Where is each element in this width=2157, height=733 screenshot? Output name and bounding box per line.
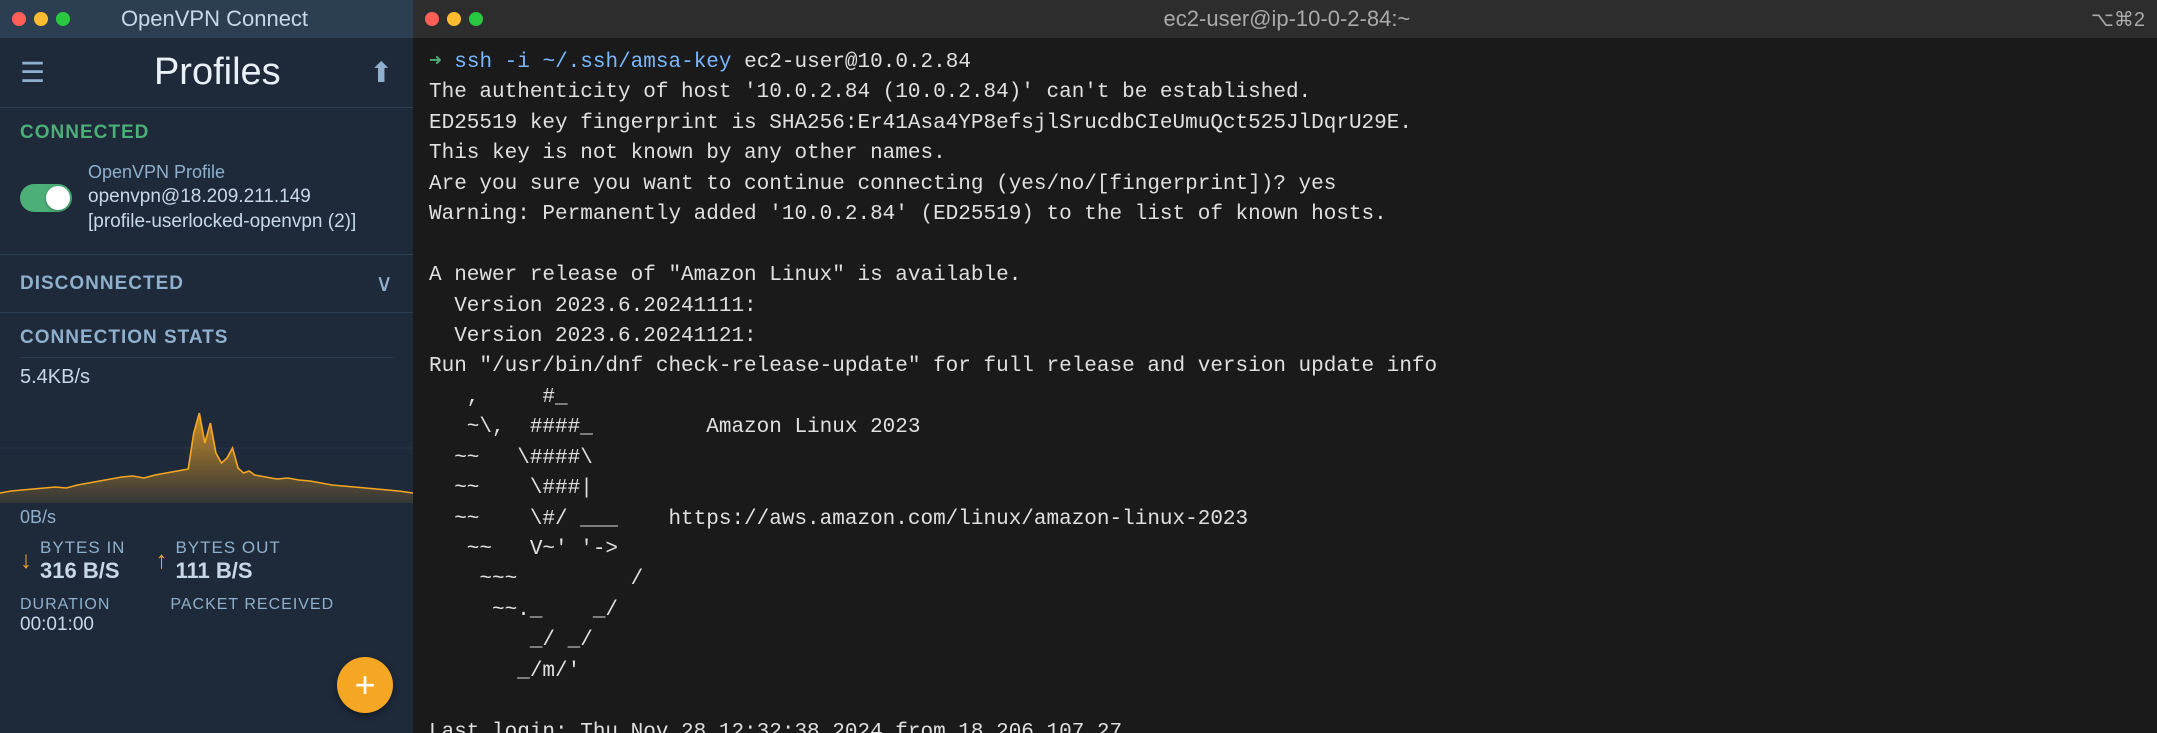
bytes-in-label: BYTES IN: [40, 538, 125, 558]
stats-divider: [20, 357, 393, 358]
bytes-out-item: ↑ BYTES OUT 111 B/S: [155, 538, 280, 584]
profile-info: OpenVPN Profile openvpn@18.209.211.149[p…: [88, 162, 356, 234]
meta-row: DURATION 00:01:00 PACKET RECEIVED: [0, 594, 413, 644]
add-profile-button[interactable]: +: [337, 657, 393, 713]
divider-2: [0, 312, 413, 313]
bytes-row: ↓ BYTES IN 316 B/S ↑ BYTES OUT 111 B/S: [0, 528, 413, 594]
vpn-header: ☰ Profiles ⬆: [0, 38, 413, 108]
packet-item: PACKET RECEIVED: [170, 596, 334, 636]
bytes-in-item: ↓ BYTES IN 316 B/S: [20, 538, 125, 584]
terminal-shortcut: ⌥⌘2: [2091, 7, 2145, 32]
window-title: OpenVPN Connect: [28, 6, 401, 32]
current-speed: 5.4KB/s: [20, 366, 393, 389]
disconnected-row[interactable]: DISCONNECTED ∨: [0, 259, 413, 308]
page-title: Profiles: [65, 51, 369, 94]
toggle-knob: [46, 186, 70, 210]
plus-icon: +: [354, 667, 375, 703]
arrow-up-icon: ↑: [155, 547, 167, 575]
stats-label: CONNECTION STATS: [20, 327, 393, 349]
duration-item: DURATION 00:01:00: [20, 596, 110, 636]
terminal-title: ec2-user@ip-10-0-2-84:~: [491, 6, 2083, 32]
terminal-panel: ec2-user@ip-10-0-2-84:~ ⌥⌘2 ➜ ssh -i ~/.…: [413, 0, 2157, 733]
profile-type: OpenVPN Profile: [88, 162, 356, 183]
import-icon[interactable]: ⬆: [370, 56, 393, 89]
close-button[interactable]: [12, 12, 26, 26]
duration-value: 00:01:00: [20, 614, 110, 636]
packet-label: PACKET RECEIVED: [170, 596, 334, 614]
terminal-fullscreen-button[interactable]: [469, 12, 483, 26]
terminal-body[interactable]: ➜ ssh -i ~/.ssh/amsa-key ec2-user@10.0.2…: [413, 38, 2157, 733]
window-chrome: OpenVPN Connect: [0, 0, 413, 38]
connected-label: CONNECTED: [0, 108, 413, 152]
chevron-down-icon: ∨: [375, 269, 393, 298]
terminal-chrome: ec2-user@ip-10-0-2-84:~ ⌥⌘2: [413, 0, 2157, 38]
vpn-toggle[interactable]: [20, 184, 72, 212]
divider-1: [0, 254, 413, 255]
terminal-close-button[interactable]: [425, 12, 439, 26]
profile-name: openvpn@18.209.211.149[profile-userlocke…: [88, 185, 356, 234]
connected-profile-item: OpenVPN Profile openvpn@18.209.211.149[p…: [0, 152, 413, 250]
menu-icon[interactable]: ☰: [20, 56, 45, 89]
stats-section: CONNECTION STATS 5.4KB/s: [0, 317, 413, 393]
bytes-out-label: BYTES OUT: [175, 538, 280, 558]
bytes-out-info: BYTES OUT 111 B/S: [175, 538, 280, 584]
disconnected-label: DISCONNECTED: [20, 273, 184, 295]
bytes-in-value: 316 B/S: [40, 558, 125, 584]
duration-label: DURATION: [20, 596, 110, 614]
bytes-out-value: 111 B/S: [175, 558, 280, 584]
openvpn-panel: OpenVPN Connect ☰ Profiles ⬆ CONNECTED O…: [0, 0, 413, 733]
min-speed: 0B/s: [0, 507, 413, 528]
arrow-down-icon: ↓: [20, 547, 32, 575]
bandwidth-chart: [0, 393, 413, 503]
bytes-in-info: BYTES IN 316 B/S: [40, 538, 125, 584]
terminal-minimize-button[interactable]: [447, 12, 461, 26]
